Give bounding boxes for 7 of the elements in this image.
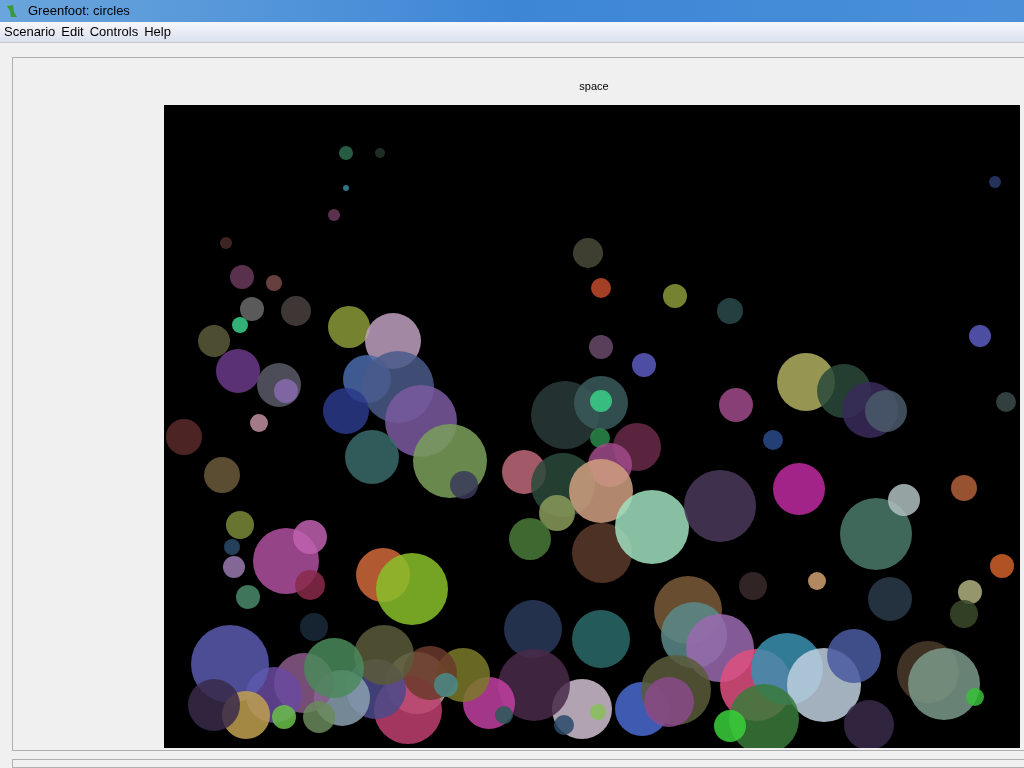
window-title: Greenfoot: circles bbox=[28, 2, 130, 21]
menu-item[interactable]: Help bbox=[144, 22, 171, 42]
menu-item[interactable]: Controls bbox=[89, 22, 139, 42]
menu-item[interactable]: Edit bbox=[61, 22, 84, 42]
world-title: space bbox=[579, 79, 609, 94]
menu-item[interactable]: Scenario bbox=[4, 22, 56, 42]
app-icon bbox=[4, 3, 20, 19]
